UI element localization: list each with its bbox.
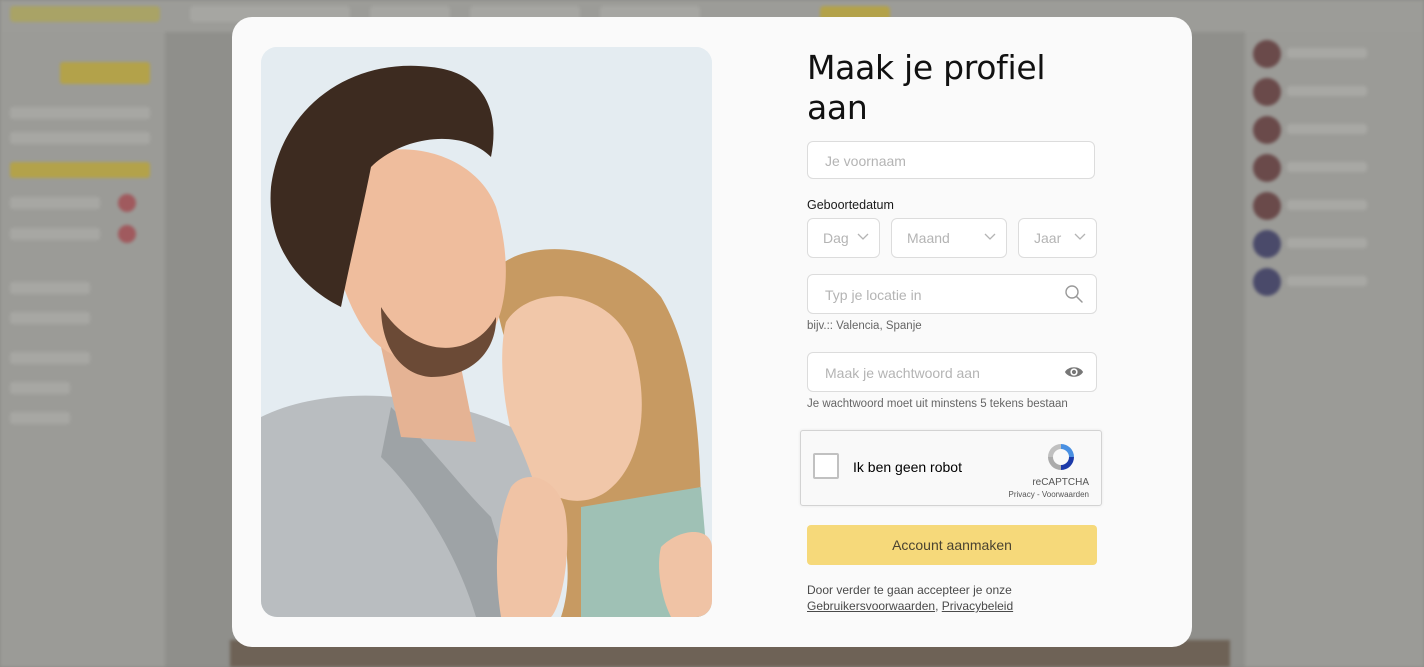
eye-icon[interactable] xyxy=(1064,362,1084,382)
month-select-label: Maand xyxy=(907,230,950,246)
couple-photo xyxy=(261,47,712,617)
recaptcha-terms-link[interactable]: Voorwaarden xyxy=(1042,490,1089,499)
background-userlist xyxy=(1245,32,1424,667)
chevron-down-icon xyxy=(1074,233,1086,240)
recaptcha-privacy-link[interactable]: Privacy xyxy=(1009,490,1035,499)
couple-illustration xyxy=(261,47,712,617)
first-name-field[interactable] xyxy=(807,141,1095,179)
recaptcha-label: Ik ben geen robot xyxy=(853,459,962,475)
day-select-label: Dag xyxy=(823,230,849,246)
search-icon[interactable] xyxy=(1064,284,1084,304)
recaptcha-links: Privacy - Voorwaarden xyxy=(1009,490,1090,499)
chevron-down-icon xyxy=(857,233,869,240)
year-select[interactable]: Jaar xyxy=(1018,218,1097,258)
terms-comma: , xyxy=(935,599,939,613)
first-name-input[interactable] xyxy=(823,150,1057,172)
month-select[interactable]: Maand xyxy=(891,218,1007,258)
signup-form: Maak je profiel aan Geboortedatum Dag Ma… xyxy=(800,17,1102,647)
password-input[interactable] xyxy=(823,362,1057,384)
location-field[interactable] xyxy=(807,274,1097,314)
privacy-policy-link[interactable]: Privacybeleid xyxy=(942,599,1013,613)
location-hint: bijv.:: Valencia, Spanje xyxy=(807,320,922,332)
background-sidebar xyxy=(0,32,165,667)
recaptcha-link-separator: - xyxy=(1034,490,1042,499)
password-field[interactable] xyxy=(807,352,1097,392)
signup-modal: Maak je profiel aan Geboortedatum Dag Ma… xyxy=(232,17,1192,647)
year-select-label: Jaar xyxy=(1034,230,1062,246)
recaptcha-widget: Ik ben geen robot reCAPTCHA Privacy - Vo… xyxy=(800,430,1102,506)
location-input[interactable] xyxy=(823,284,1057,306)
birthdate-label: Geboortedatum xyxy=(807,198,894,212)
day-select[interactable]: Dag xyxy=(807,218,880,258)
recaptcha-logo-icon xyxy=(1048,444,1074,470)
terms-text: Door verder te gaan accepteer je onze xyxy=(807,583,1012,597)
password-hint: Je wachtwoord moet uit minstens 5 tekens… xyxy=(807,398,1068,410)
create-account-button[interactable]: Account aanmaken xyxy=(807,525,1097,565)
user-terms-link[interactable]: Gebruikersvoorwaarden xyxy=(807,599,935,613)
chevron-down-icon xyxy=(984,233,996,240)
terms-notice: Door verder te gaan accepteer je onze Ge… xyxy=(807,582,1107,614)
page-title: Maak je profiel aan xyxy=(807,48,1046,127)
recaptcha-checkbox[interactable] xyxy=(813,453,839,479)
recaptcha-brand: reCAPTCHA xyxy=(1032,477,1089,488)
